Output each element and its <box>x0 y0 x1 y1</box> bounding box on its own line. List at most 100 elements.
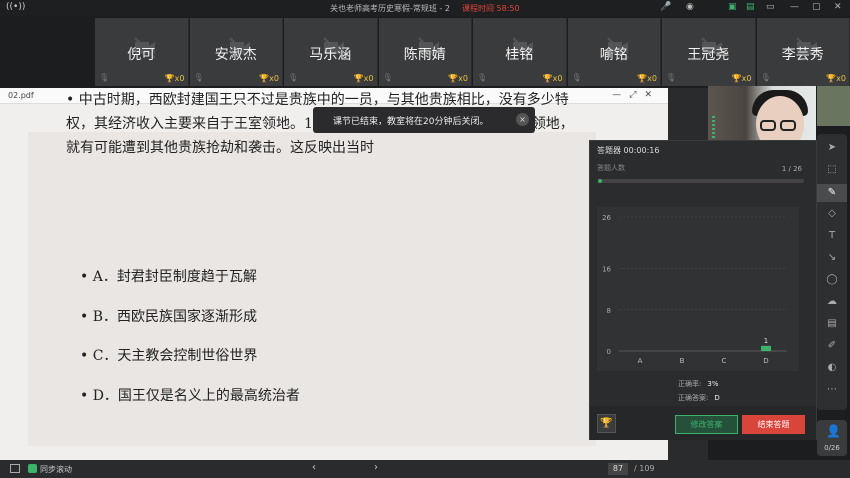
x-tick-label: D <box>763 357 768 365</box>
x-tick-label: C <box>722 357 727 365</box>
minimize-icon[interactable]: — <box>790 2 799 12</box>
edit-icon[interactable]: ✐ <box>817 340 847 351</box>
student-name: 陈雨婧 <box>403 47 446 63</box>
select-icon[interactable]: ⬚ <box>817 164 847 175</box>
student-tile[interactable]: 喻铭 🎙 🏆x0 <box>567 18 661 86</box>
pdf-filename: 02.pdf <box>8 91 34 100</box>
mic-off-icon: 🎙 <box>382 73 393 82</box>
answer-count-value: 1 / 26 <box>781 165 802 173</box>
trophy-icon: 🏆x0 <box>353 74 374 83</box>
student-tile[interactable]: 马乐涵 🎙 🏆x0 <box>284 18 378 86</box>
student-tile[interactable]: 桂铭 🎙 🏆x0 <box>473 18 567 86</box>
layout-icon[interactable] <box>10 464 20 473</box>
title-bar: ((•)) 关也老师高考历史寒假-常规班 - 2 课程时间 58:50 🎤 ◉ … <box>0 0 850 16</box>
student-tile[interactable]: 倪可 🎙 🏆x0 <box>95 18 189 86</box>
mic-off-icon: 🎙 <box>571 73 582 82</box>
settings-icon[interactable]: ▤ <box>746 2 755 12</box>
option-a: • A．封君封臣制度趋于瓦解 <box>80 269 257 285</box>
secondary-video[interactable] <box>817 86 850 126</box>
trophy-icon: 🏆x0 <box>448 74 468 83</box>
end-quiz-button[interactable]: 结束答题 <box>742 415 805 434</box>
glasses-left <box>760 120 776 131</box>
data-label: 1 <box>764 337 768 345</box>
student-tile[interactable]: 陈雨婧 🎙 🏆x0 <box>378 18 472 86</box>
answer-count-label: 答题人数 <box>597 164 625 172</box>
edit-answer-button[interactable]: 修改答案 <box>675 415 738 434</box>
student-tile[interactable]: 王冠尧 🎙 🏆x0 <box>662 18 756 86</box>
speaker-icon[interactable]: ◉ <box>686 2 694 12</box>
trophy-icon: 🏆x0 <box>826 74 846 83</box>
option-c: • C．天主教会控制世俗世界 <box>80 348 258 364</box>
cloud-icon[interactable]: ☁ <box>817 296 847 307</box>
text-icon[interactable]: T <box>817 230 847 241</box>
restore-icon[interactable]: ▢ <box>812 2 821 12</box>
toolbox-icon[interactable]: ▤ <box>817 318 847 329</box>
mic-icon[interactable]: 🎤 <box>660 2 671 12</box>
close-icon[interactable]: ✕ <box>834 2 842 12</box>
mic-off-icon: 🎙 <box>193 73 204 82</box>
trophy-icon: 🏆x0 <box>259 74 279 83</box>
shape-icon[interactable]: ↘ <box>817 252 847 263</box>
student-name: 倪可 <box>127 47 156 63</box>
mic-off-icon: 🎙 <box>666 73 677 82</box>
next-page-icon[interactable]: › <box>374 462 378 473</box>
student-name: 桂铭 <box>505 47 534 63</box>
roster-count: 0/26 <box>824 444 840 452</box>
correct-rate: 正确率: 3% <box>678 380 719 388</box>
prev-page-icon[interactable]: ‹ <box>312 462 316 473</box>
trophy-icon: 🏆x0 <box>637 74 657 83</box>
student-name: 安淑杰 <box>214 47 257 63</box>
eraser-icon[interactable]: ◇ <box>817 208 847 219</box>
trophy-icon[interactable]: 🏆 <box>597 414 616 433</box>
toast-message: 课节已结束，教室将在20分钟后关闭。 <box>333 117 489 127</box>
camera-icon[interactable]: ▣ <box>728 2 737 12</box>
glasses-right <box>780 120 796 131</box>
chat-icon[interactable]: ◐ <box>817 362 847 373</box>
window-title: 关也老师高考历史寒假-常规班 - 2 <box>330 4 450 13</box>
class-ended-toast: 课节已结束，教室将在20分钟后关闭。 × <box>313 107 535 133</box>
trophy-icon: 🏆x0 <box>731 74 752 83</box>
pen-icon[interactable]: ✎ <box>817 184 847 202</box>
y-tick-label: 0 <box>607 348 611 356</box>
student-tile[interactable]: 李芸秀 🎙 🏆x0 <box>756 18 850 86</box>
bar-d <box>761 345 771 351</box>
laser-icon[interactable]: ◯ <box>817 274 847 285</box>
mic-off-icon: 🎙 <box>477 73 488 82</box>
screen-icon[interactable]: ▭ <box>766 2 775 12</box>
bottom-bar: 同步滚动 ‹ › 87 / 109 <box>0 460 850 478</box>
y-tick-label: 16 <box>602 266 611 274</box>
sync-scroll-checkbox[interactable] <box>28 464 37 473</box>
quiz-title: 答题器 00:00:16 <box>597 146 660 155</box>
x-tick-label: A <box>638 357 643 365</box>
close-icon[interactable]: × <box>516 113 529 126</box>
pointer-icon[interactable]: ➤ <box>817 142 847 153</box>
sync-scroll-label: 同步滚动 <box>40 465 72 474</box>
page-input[interactable]: 87 <box>608 463 628 475</box>
page-total: / 109 <box>634 464 655 473</box>
student-name: 喻铭 <box>599 47 628 63</box>
pdf-window-controls[interactable]: —⤢✕ <box>612 90 660 100</box>
option-b: • B．西欧民族国家逐渐形成 <box>80 309 257 325</box>
student-strip: 倪可 🎙 🏆x0 安淑杰 🎙 🏆x0 马乐涵 🎙 🏆x0 陈雨婧 🎙 🏆x0 桂… <box>95 18 850 86</box>
class-timer: 课程时间 58:50 <box>462 4 520 13</box>
student-name: 李芸秀 <box>781 47 824 63</box>
quiz-panel: 答题器 00:00:16 答题人数 1 / 26 0 8 16 26 A B C D 1 正确率… <box>589 140 817 440</box>
more-icon[interactable]: ⋯ <box>817 384 847 395</box>
answer-progress-bar <box>598 179 804 183</box>
quiz-footer: 🏆 修改答案 结束答题 <box>590 406 816 440</box>
student-tile[interactable]: 安淑杰 🎙 🏆x0 <box>189 18 283 86</box>
trophy-icon: 🏆x0 <box>542 74 563 83</box>
mic-off-icon: 🎙 <box>99 73 110 82</box>
progress-fill <box>598 179 602 183</box>
answer-chart: 0 8 16 26 A B C D 1 <box>597 207 799 371</box>
y-tick-label: 8 <box>607 307 611 315</box>
student-name: 王冠尧 <box>687 47 730 63</box>
mic-off-icon: 🎙 <box>760 73 771 82</box>
y-tick-label: 26 <box>602 214 611 222</box>
x-tick-label: B <box>680 357 685 365</box>
trophy-icon: 🏆x0 <box>164 74 185 83</box>
signal-icon: ((•)) <box>6 2 26 12</box>
roster-button[interactable]: 👤 0/26 <box>817 420 847 456</box>
student-name: 马乐涵 <box>309 47 352 63</box>
whiteboard-toolbar: ➤ ⬚ ✎ ◇ T ↘ ◯ ☁ ▤ ✐ ◐ ⋯ <box>817 134 847 410</box>
